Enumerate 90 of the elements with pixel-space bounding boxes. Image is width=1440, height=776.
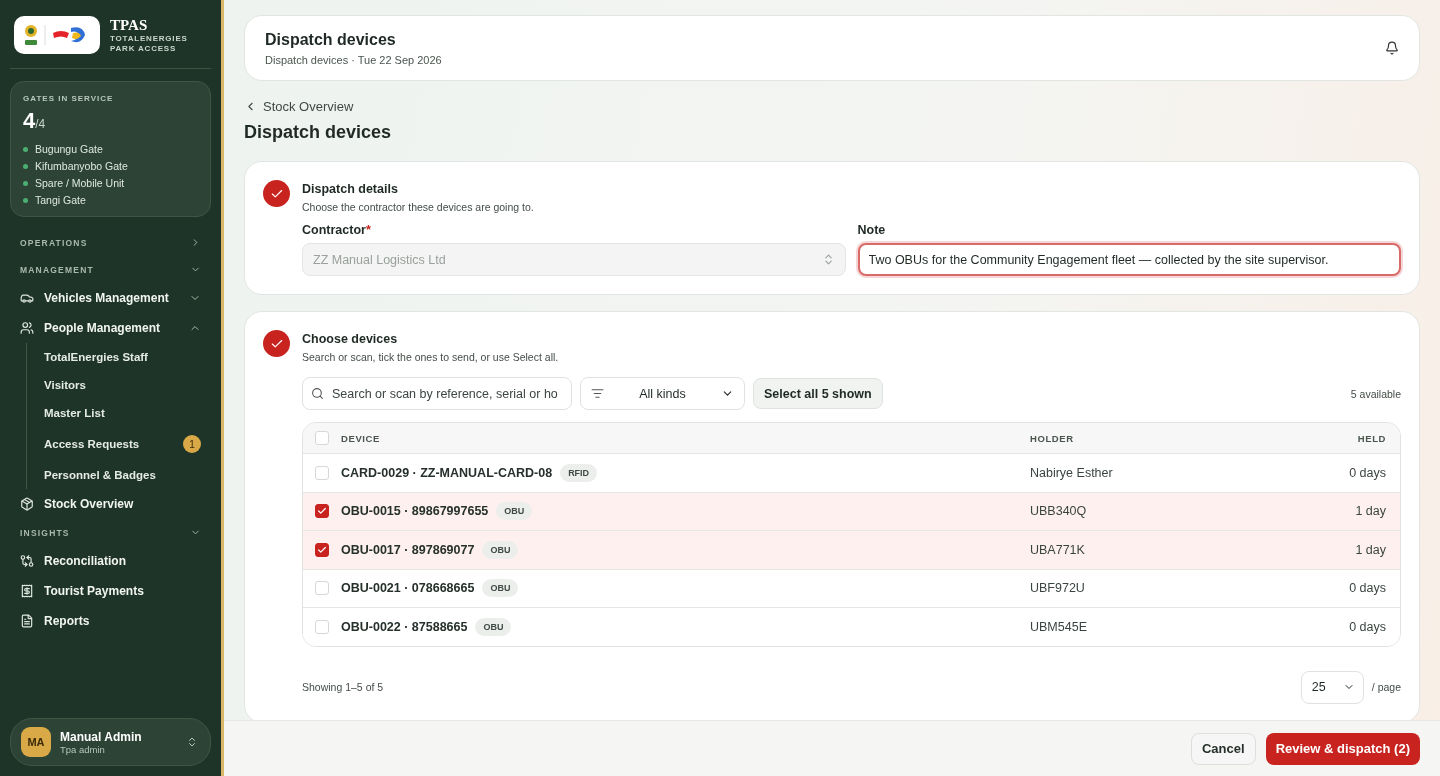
back-link[interactable]: Stock Overview: [263, 99, 354, 114]
filter-icon: [591, 387, 604, 400]
gates-total: /4: [35, 117, 46, 131]
column-header: HELD: [1356, 432, 1387, 444]
kind-tag: OBU: [482, 579, 519, 598]
gate-name: Tangi Gate: [35, 194, 86, 206]
showing-text: Showing 1–5 of 5: [302, 681, 385, 693]
nav-subitem[interactable]: Access Requests: [44, 438, 140, 450]
cancel-button[interactable]: Cancel: [1191, 732, 1256, 765]
nav-subitem[interactable]: Personnel & Badges: [44, 469, 156, 481]
document-icon: [20, 614, 34, 628]
section-title: Choose devices: [302, 332, 399, 346]
kind-filter[interactable]: All kinds: [580, 377, 745, 410]
header-title: Dispatch devices: [265, 30, 397, 49]
kind-tag: OBU: [482, 540, 519, 559]
nav-subitem[interactable]: Master List: [44, 407, 105, 419]
device-reference: OBU-0017 · 897869077: [341, 542, 475, 557]
header-subtitle: Dispatch devices · Tue 22 Sep 2026: [265, 53, 442, 66]
status-dot: [23, 197, 28, 203]
nav-section-label[interactable]: INSIGHTS: [20, 527, 70, 538]
section-description: Choose the contractor these devices are going to.: [302, 201, 535, 213]
field-label: Note: [857, 223, 887, 237]
nav-item[interactable]: Reports: [44, 614, 201, 628]
nav-section-label[interactable]: OPERATIONS: [20, 237, 88, 248]
holder-cell-text: UBA771K: [1030, 542, 1086, 557]
status-dot: [23, 146, 28, 152]
nav-subitem[interactable]: TotalEnergies Staff: [44, 351, 148, 363]
nav-section-label[interactable]: MANAGEMENT: [20, 264, 94, 275]
select-all-button[interactable]: Select all 5 shown: [753, 378, 883, 409]
nav-item[interactable]: Tourist Payments: [44, 584, 201, 598]
available-count: 5 available: [1350, 387, 1401, 400]
section-description: Search or scan, tick the ones to send, or use Select all.: [302, 351, 560, 363]
brand-subtitle: TOTALENERGIES PARK ACCESS: [110, 33, 189, 54]
compare-arrows-icon: [20, 554, 34, 568]
gates-count: 4: [23, 108, 36, 134]
required-mark: *: [365, 223, 371, 237]
status-dot: [23, 163, 28, 169]
nav-item[interactable]: Vehicles Management: [44, 291, 179, 305]
gate-name: Spare / Mobile Unit: [35, 177, 125, 189]
people-icon: [20, 321, 34, 335]
holder-cell-text: UBF972U: [1030, 581, 1086, 596]
check-icon: [317, 506, 327, 517]
search-icon: [311, 387, 324, 400]
brand-name: TPAS: [110, 16, 149, 34]
bell-icon[interactable]: [1385, 41, 1399, 55]
holder-cell-text: Nabirye Esther: [1030, 465, 1114, 480]
section-title: Dispatch details: [302, 182, 399, 196]
nav-subitem[interactable]: Visitors: [44, 379, 86, 391]
check-icon: [317, 544, 327, 555]
per-page-label: / page: [1371, 681, 1401, 693]
nav-item[interactable]: People Management: [44, 321, 179, 335]
gate-name: Kifumbanyobo Gate: [35, 160, 128, 172]
column-header: DEVICE: [341, 432, 381, 444]
field-label: Contractor*: [302, 223, 372, 237]
receipt-icon: [20, 584, 34, 598]
user-name: Manual Admin: [60, 729, 143, 744]
search-field[interactable]: Search or scan by reference, serial or ho: [302, 377, 572, 410]
held-cell-text: 0 days: [1348, 619, 1387, 634]
column-header: HOLDER: [1030, 432, 1075, 444]
checkbox[interactable]: [315, 504, 329, 519]
nav-item[interactable]: Stock Overview: [44, 497, 201, 511]
kind-tag: RFID: [560, 463, 598, 482]
checkbox[interactable]: [315, 542, 329, 557]
page-title: Dispatch devices: [244, 122, 393, 143]
note-field[interactable]: Two OBUs for the Community Engagement fleet — collected by the site supervisor.: [857, 243, 1401, 276]
kind-tag: OBU: [496, 502, 533, 521]
gate-name: Bugungu Gate: [35, 143, 103, 155]
device-reference: OBU-0015 · 89867997655: [341, 504, 489, 519]
count-badge: 1: [183, 435, 201, 453]
held-cell-text: 1 day: [1354, 542, 1387, 557]
held-cell-text: 0 days: [1348, 465, 1387, 480]
user-menu[interactable]: MA Manual Admin Tpa admin: [10, 718, 211, 766]
held-cell-text: 0 days: [1348, 581, 1387, 596]
box-icon: [20, 497, 34, 511]
chevrons-icon: [186, 736, 198, 748]
status-dot: [23, 180, 28, 186]
car-icon: [20, 291, 34, 305]
device-reference: OBU-0022 · 87588665: [341, 619, 468, 634]
avatar: MA: [21, 727, 51, 757]
held-cell-text: 1 day: [1354, 504, 1387, 519]
kind-tag: OBU: [475, 617, 512, 636]
page-size-select[interactable]: 25: [1300, 670, 1364, 704]
nav-item[interactable]: Reconciliation: [44, 554, 201, 568]
holder-cell-text: UBM545E: [1030, 619, 1088, 634]
gates-label: GATES IN SERVICE: [23, 94, 115, 103]
user-role: Tpa admin: [60, 743, 106, 755]
review-dispatch-button[interactable]: Review & dispatch (2): [1265, 732, 1420, 765]
device-reference: OBU-0021 · 078668665: [341, 581, 475, 596]
holder-cell-text: UBB340Q: [1030, 504, 1088, 519]
device-reference: CARD-0029 · ZZ-MANUAL-CARD-08: [341, 465, 553, 480]
